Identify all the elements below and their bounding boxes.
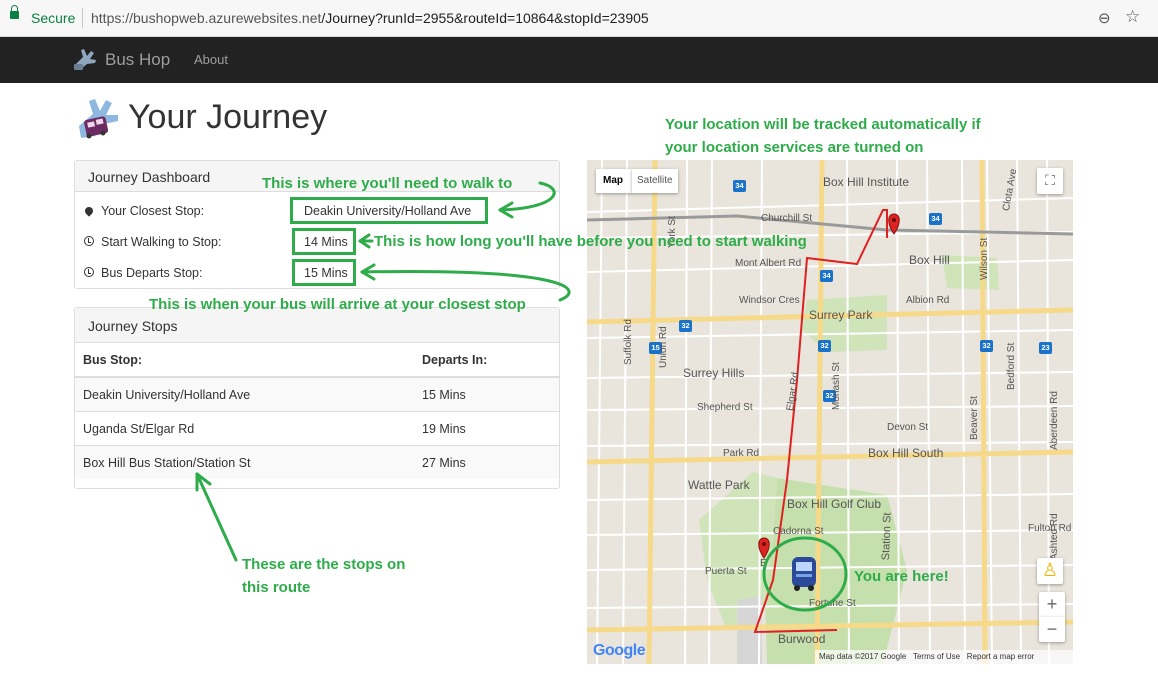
annotation-tracked-line1: Your location will be tracked automatica… — [665, 116, 981, 133]
map-label: Puerta St — [705, 566, 747, 577]
bookmark-star-icon[interactable]: ☆ — [1125, 7, 1140, 27]
map-label: Churchill St — [761, 213, 813, 224]
map-label: Surrey Hills — [683, 366, 745, 380]
table-row: Box Hill Bus Station/Station St 27 Mins — [75, 445, 559, 479]
journey-stops-panel: Journey Stops Bus Stop: Departs In: Deak… — [74, 307, 560, 489]
lock-icon — [10, 5, 19, 19]
map-label: Shepherd St — [697, 402, 753, 413]
annotation-tracked-line2: your location services are turned on — [665, 139, 924, 156]
map-label: Aberdeen Rd — [1049, 391, 1060, 450]
map-label: Box Hill Institute — [823, 175, 910, 189]
bus-location-icon — [792, 557, 816, 591]
depart-time-highlight — [292, 259, 356, 286]
brand-hand-icon — [74, 49, 96, 70]
depart-label: Bus Departs Stop: — [101, 266, 203, 280]
google-logo: Google — [593, 642, 646, 660]
map-label: Burwood — [778, 632, 826, 646]
map-label: Station St — [880, 512, 894, 561]
stop-name: Box Hill Bus Station/Station St — [75, 445, 414, 479]
route-shield: 34 — [733, 180, 746, 192]
column-header-bus-stop: Bus Stop: — [75, 343, 414, 378]
closest-stop-label: Your Closest Stop: — [101, 204, 205, 218]
browser-address-bar: Secure https://bushopweb.azurewebsites.n… — [0, 0, 1158, 37]
google-logo-text: Google — [593, 642, 646, 659]
annotation-bus-arrive: This is when your bus will arrive at you… — [149, 296, 526, 313]
map-data-attribution: Map data ©2017 Google — [819, 652, 907, 661]
stops-table: Bus Stop: Departs In: Deakin University/… — [75, 343, 559, 479]
map-label: Surrey Park — [809, 308, 873, 322]
annotation-stops-line2: this route — [242, 579, 311, 596]
table-row: Deakin University/Holland Ave 15 Mins — [75, 376, 559, 412]
closest-stop-highlight — [290, 197, 488, 224]
zoom-icon[interactable]: ⊖ — [1098, 9, 1111, 27]
route-shield: 32 — [818, 340, 831, 352]
column-header-departs-in: Departs In: — [414, 343, 559, 378]
map-label: Ashted Rd — [1049, 513, 1060, 560]
fullscreen-icon[interactable]: ⛶ — [1037, 168, 1063, 194]
map-label: Windsor Cres — [739, 295, 800, 306]
route-shield: 32 — [980, 340, 993, 352]
map-label: Albion Rd — [906, 295, 950, 306]
map-label: Cadorna St — [773, 526, 824, 537]
url-host: https://bushopweb.azurewebsites.net — [91, 10, 322, 26]
bus-hop-logo-icon — [79, 99, 118, 139]
map-label: Box Hill — [909, 253, 950, 267]
address-separator — [82, 8, 83, 28]
secure-label: Secure — [31, 10, 76, 26]
report-map-error-link[interactable]: Report a map error — [967, 652, 1035, 661]
stops-heading: Journey Stops — [75, 308, 559, 343]
clock-icon — [83, 266, 95, 280]
map-marker-icon — [83, 204, 95, 218]
route-shield: 34 — [820, 270, 833, 282]
stop-departs: 15 Mins — [414, 376, 559, 412]
map-label: Park Rd — [723, 448, 760, 459]
nav-about-link[interactable]: About — [194, 52, 228, 67]
route-shield: 32 — [679, 320, 692, 332]
map-label: Monash St — [831, 362, 842, 410]
route-shield: 23 — [1039, 342, 1052, 354]
map-footer: Map data ©2017 Google Terms of Use Repor… — [815, 650, 1073, 664]
walk-row: Start Walking to Stop: — [83, 235, 221, 249]
map-label: Devon St — [887, 422, 929, 433]
map-label: Mont Albert Rd — [735, 258, 802, 269]
table-row: Uganda St/Elgar Rd 19 Mins — [75, 411, 559, 446]
stop-name: Uganda St/Elgar Rd — [75, 411, 414, 446]
map-label: Bedford St — [1006, 342, 1017, 390]
map-label: Wilson St — [979, 237, 990, 280]
map-label: E — [760, 558, 767, 569]
map-type-satellite-button[interactable]: Satellite — [632, 169, 678, 193]
stop-departs: 27 Mins — [414, 445, 559, 479]
walk-label: Start Walking to Stop: — [101, 235, 222, 249]
annotation-you-are-here: You are here! — [854, 568, 949, 585]
page-title: Your Journey — [128, 98, 328, 136]
closest-stop-row: Your Closest Stop: — [83, 204, 204, 218]
street-view-pegman-icon[interactable]: ♙ — [1037, 558, 1063, 584]
walk-time-highlight — [292, 228, 356, 255]
annotation-stops-line1: These are the stops on — [242, 556, 406, 573]
map-label: Box Hill South — [868, 446, 944, 460]
clock-icon — [83, 235, 95, 249]
route-shield: 34 — [929, 213, 942, 225]
map-label: Suffolk Rd — [623, 319, 634, 365]
map-label: Box Hill Golf Club — [787, 497, 882, 511]
zoom-in-button[interactable]: + — [1039, 592, 1065, 617]
map-type-map-button[interactable]: Map — [596, 169, 632, 193]
url-path: /Journey?runId=2955&routeId=10864&stopId… — [321, 10, 649, 26]
stop-name: Deakin University/Holland Ave — [75, 376, 414, 412]
annotation-walk-to: This is where you'll need to walk to — [262, 175, 513, 192]
annotation-how-long: This is how long you'll have before you … — [374, 233, 807, 250]
terms-of-use-link[interactable]: Terms of Use — [913, 652, 960, 661]
url-field[interactable]: https://bushopweb.azurewebsites.net/Jour… — [91, 10, 649, 26]
map-label: Wattle Park — [688, 478, 750, 492]
depart-row: Bus Departs Stop: — [83, 266, 202, 280]
navbar: Bus Hop About — [0, 37, 1158, 83]
map-label: Fortune St — [809, 598, 856, 609]
brand-link[interactable]: Bus Hop — [105, 50, 170, 70]
zoom-out-button[interactable]: − — [1039, 617, 1065, 642]
map-label: Union Rd — [658, 326, 669, 368]
map-label: Beaver St — [969, 396, 980, 440]
stop-departs: 19 Mins — [414, 411, 559, 446]
